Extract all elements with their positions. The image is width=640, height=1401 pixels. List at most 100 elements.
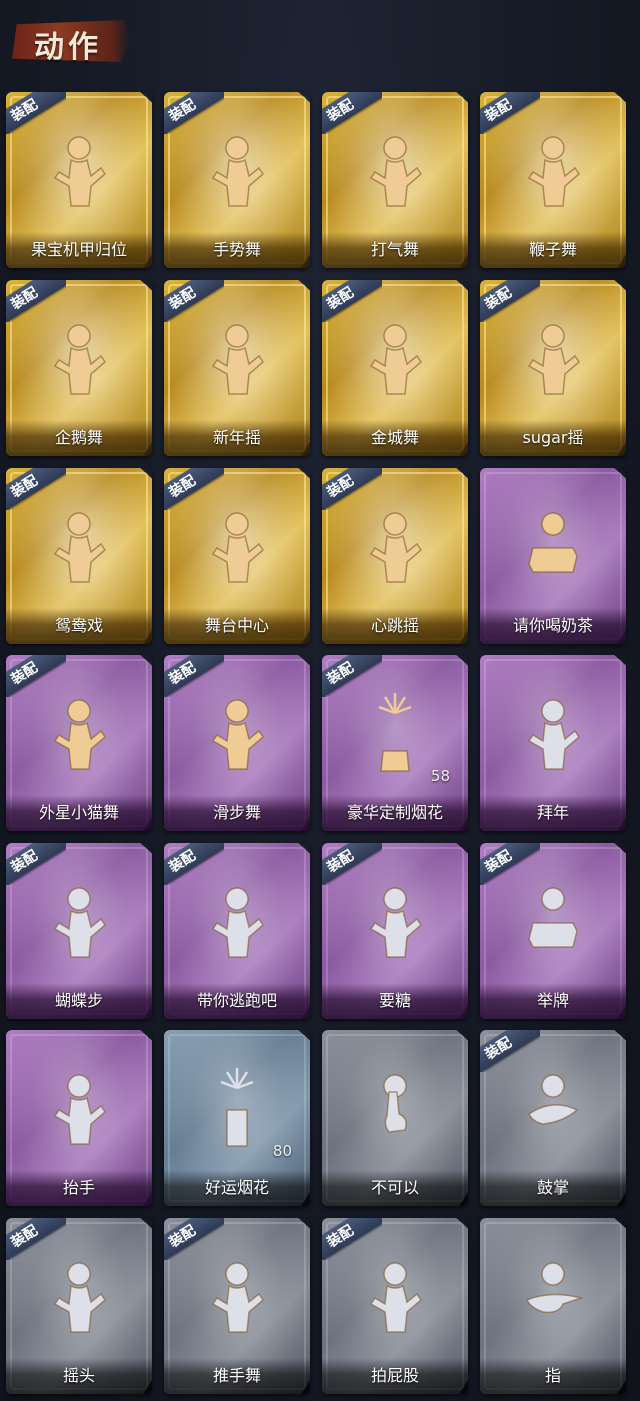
- equipped-badge: 装配: [322, 92, 382, 134]
- emote-card[interactable]: 请你喝奶茶: [480, 468, 626, 644]
- equipped-badge: 装配: [480, 843, 540, 885]
- finger-wag-icon: [345, 1058, 445, 1158]
- equipped-badge-label: 装配: [482, 1034, 515, 1064]
- emote-name: 滑步舞: [212, 803, 261, 822]
- equipped-badge-label: 装配: [324, 847, 357, 877]
- emote-card[interactable]: 拍屁股 装配: [322, 1218, 468, 1394]
- equipped-badge-label: 装配: [166, 284, 199, 314]
- dance-figure-icon: [187, 308, 287, 408]
- dance-figure-icon: [187, 871, 287, 971]
- equipped-badge: 装配: [6, 1218, 66, 1260]
- raise-hand-figure-icon: [29, 1058, 129, 1158]
- item-count: 80: [272, 1142, 292, 1160]
- emote-name: 拍屁股: [370, 1366, 419, 1385]
- emote-card[interactable]: 摇头 装配: [6, 1218, 152, 1394]
- equipped-badge: 装配: [480, 1030, 540, 1072]
- emote-card[interactable]: 鞭子舞 装配: [480, 92, 626, 268]
- sign-figure-icon: [503, 871, 603, 971]
- emote-card[interactable]: 举牌 装配: [480, 843, 626, 1019]
- equipped-badge-label: 装配: [324, 1222, 357, 1252]
- item-count: 58: [430, 767, 450, 785]
- emote-card[interactable]: 抬手: [6, 1030, 152, 1206]
- emote-name: 拜年: [536, 803, 569, 822]
- dance-figure-icon: [187, 496, 287, 596]
- emote-name: 鞭子舞: [528, 240, 577, 259]
- emote-card[interactable]: 不可以: [322, 1030, 468, 1206]
- dance-figure-icon: [29, 871, 129, 971]
- emote-card[interactable]: 金城舞 装配: [322, 280, 468, 456]
- equipped-badge: 装配: [6, 655, 66, 697]
- emote-name: 指: [544, 1366, 561, 1385]
- emote-name: 豪华定制烟花: [346, 803, 443, 822]
- emote-card[interactable]: 舞台中心 装配: [164, 468, 310, 644]
- emote-card[interactable]: 滑步舞 装配: [164, 655, 310, 831]
- dance-figure-icon: [345, 120, 445, 220]
- pat-figure-icon: [345, 1246, 445, 1346]
- emote-card[interactable]: 80 好运烟花: [164, 1030, 310, 1206]
- dance-figure-icon: [345, 308, 445, 408]
- emote-name: 果宝机甲归位: [30, 240, 127, 259]
- emote-card[interactable]: sugar摇 装配: [480, 280, 626, 456]
- emote-name: 外星小猫舞: [38, 803, 119, 822]
- emote-name: sugar摇: [522, 428, 584, 447]
- emote-card[interactable]: 拜年: [480, 655, 626, 831]
- equipped-badge-label: 装配: [8, 1222, 41, 1252]
- equipped-badge-label: 装配: [166, 659, 199, 689]
- emote-card[interactable]: 58 豪华定制烟花 装配: [322, 655, 468, 831]
- emote-card[interactable]: 新年摇 装配: [164, 280, 310, 456]
- equipped-badge: 装配: [6, 92, 66, 134]
- dance-figure-icon: [187, 120, 287, 220]
- emote-name: 手势舞: [212, 240, 261, 259]
- emote-card[interactable]: 推手舞 装配: [164, 1218, 310, 1394]
- equipped-badge-label: 装配: [166, 847, 199, 877]
- emote-name: 新年摇: [212, 428, 261, 447]
- emote-name: 抬手: [62, 1178, 95, 1197]
- emote-name: 请你喝奶茶: [512, 616, 593, 635]
- emote-card[interactable]: 外星小猫舞 装配: [6, 655, 152, 831]
- bow-figure-icon: [503, 683, 603, 783]
- equipped-badge-label: 装配: [8, 659, 41, 689]
- emote-name: 推手舞: [212, 1366, 261, 1385]
- emote-card[interactable]: 鼓掌 装配: [480, 1030, 626, 1206]
- emote-name: 鸳鸯戏: [54, 616, 103, 635]
- equipped-badge: 装配: [322, 1218, 382, 1260]
- emote-card[interactable]: 蝴蝶步 装配: [6, 843, 152, 1019]
- emote-card[interactable]: 企鹅舞 装配: [6, 280, 152, 456]
- equipped-badge: 装配: [6, 468, 66, 510]
- emote-name: 心跳摇: [370, 616, 419, 635]
- emote-card[interactable]: 指: [480, 1218, 626, 1394]
- emote-name: 举牌: [536, 991, 569, 1010]
- dance-figure-icon: [345, 496, 445, 596]
- equipped-badge-label: 装配: [324, 659, 357, 689]
- shake-head-figure-icon: [29, 1246, 129, 1346]
- dance-figure-icon: [29, 120, 129, 220]
- dance-figure-icon: [503, 120, 603, 220]
- emote-card[interactable]: 心跳摇 装配: [322, 468, 468, 644]
- reach-figure-icon: [345, 871, 445, 971]
- equipped-badge: 装配: [164, 1218, 224, 1260]
- emote-name: 蝴蝶步: [54, 991, 103, 1010]
- emote-card[interactable]: 打气舞 装配: [322, 92, 468, 268]
- equipped-badge: 装配: [322, 468, 382, 510]
- dance-figure-icon: [187, 683, 287, 783]
- equipped-badge: 装配: [164, 655, 224, 697]
- emote-card[interactable]: 手势舞 装配: [164, 92, 310, 268]
- sign-figure-icon: [503, 496, 603, 596]
- equipped-badge-label: 装配: [8, 96, 41, 126]
- push-hands-figure-icon: [187, 1246, 287, 1346]
- emote-name: 金城舞: [370, 428, 419, 447]
- emote-name: 不可以: [370, 1178, 419, 1197]
- equipped-badge-label: 装配: [482, 847, 515, 877]
- emote-card[interactable]: 果宝机甲归位 装配: [6, 92, 152, 268]
- dance-figure-icon: [29, 496, 129, 596]
- clap-hands-icon: [503, 1058, 603, 1158]
- emote-card[interactable]: 带你逃跑吧 装配: [164, 843, 310, 1019]
- equipped-badge-label: 装配: [8, 847, 41, 877]
- emote-card[interactable]: 要糖 装配: [322, 843, 468, 1019]
- dance-figure-icon: [29, 683, 129, 783]
- equipped-badge: 装配: [322, 843, 382, 885]
- equipped-badge: 装配: [164, 280, 224, 322]
- emote-card[interactable]: 鸳鸯戏 装配: [6, 468, 152, 644]
- emote-name: 好运烟花: [204, 1178, 269, 1197]
- dance-figure-icon: [29, 308, 129, 408]
